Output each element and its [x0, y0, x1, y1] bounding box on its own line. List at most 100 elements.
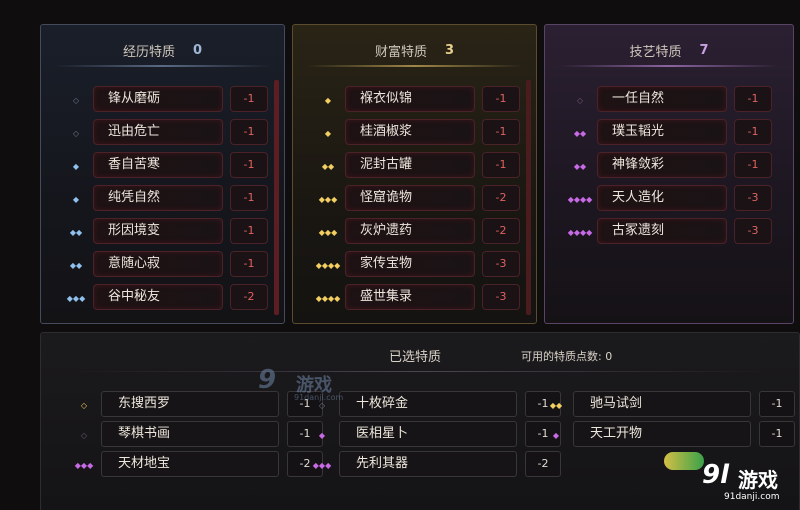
- trait-name[interactable]: 迅由危亡: [93, 119, 223, 145]
- experience-panel: 经历特质 0 ◇ 锋从磨砺 -1 ◇ 迅由危亡 -1 ◆ 香自苦寒 -1 ◆ 纯凭自然 -1 ◆…: [40, 24, 285, 324]
- trait-name[interactable]: 先利其器: [339, 451, 517, 477]
- trait-name[interactable]: 家传宝物: [345, 251, 475, 277]
- header-divider: [307, 65, 522, 67]
- trait-name[interactable]: 灰炉遗药: [345, 218, 475, 244]
- trait-cost: -1: [734, 152, 772, 178]
- trait-cost: -1: [230, 86, 268, 112]
- trait-name[interactable]: 神锋敛彩: [597, 152, 727, 178]
- trait-name[interactable]: 形因境变: [93, 218, 223, 244]
- trait-name[interactable]: 意随心寂: [93, 251, 223, 277]
- wealth-list: ◆ 褓衣似锦 -1 ◆ 桂酒椒浆 -1 ◆◆ 泥封古罐 -1 ◆◆◆ 怪窟诡物 -2 ◆◆◆ 灰炉…: [307, 84, 527, 315]
- gem-icon: ◆◆◆: [318, 228, 338, 237]
- gem-icon: ◆: [72, 162, 80, 171]
- trait-name[interactable]: 桂酒椒浆: [345, 119, 475, 145]
- skill-title: 技艺特质: [629, 44, 682, 60]
- trait-cost: -3: [482, 284, 520, 310]
- trait-row[interactable]: ◆ 纯凭自然 -1: [55, 183, 275, 216]
- trait-row[interactable]: ◆◆ 璞玉韬光 -1: [559, 117, 779, 150]
- trait-name[interactable]: 纯凭自然: [93, 185, 223, 211]
- trait-cost: -2: [482, 185, 520, 211]
- trait-row[interactable]: ◆ 褓衣似锦 -1: [307, 84, 527, 117]
- trait-cost: -1: [759, 391, 795, 417]
- trait-name[interactable]: 盛世集录: [345, 284, 475, 310]
- trait-name[interactable]: 锋从磨砺: [93, 86, 223, 112]
- available-points: 可用的特质点数: 0: [521, 350, 613, 363]
- experience-header: 经历特质 0: [49, 37, 276, 63]
- watermark-logo-text: 游戏: [738, 468, 778, 492]
- gem-icon: ◆: [324, 129, 332, 138]
- selected-trait-row[interactable]: ◇ 十枚碎金 -1: [309, 391, 569, 419]
- trait-name[interactable]: 琴棋书画: [101, 421, 279, 447]
- header-divider: [55, 65, 270, 67]
- selected-trait-row[interactable]: ◆◆◆ 天材地宝 -2: [71, 451, 331, 479]
- trait-name[interactable]: 谷中秘友: [93, 284, 223, 310]
- trait-name[interactable]: 天材地宝: [101, 451, 279, 477]
- gem-icon: ◆◆◆◆: [315, 294, 341, 303]
- trait-cost: -1: [230, 185, 268, 211]
- watermark-corner: 9l 游戏 91danji.com: [664, 452, 800, 510]
- scrollbar[interactable]: [526, 80, 531, 315]
- trait-cost: -3: [734, 218, 772, 244]
- gem-icon: ◆◆◆: [66, 294, 86, 303]
- watermark-url: 91danji.com: [724, 492, 780, 502]
- selected-trait-row[interactable]: ◆ 医相星卜 -1: [309, 421, 569, 449]
- trait-name[interactable]: 十枚碎金: [339, 391, 517, 417]
- trait-cost: -1: [230, 218, 268, 244]
- trait-row[interactable]: ◇ 一任自然 -1: [559, 84, 779, 117]
- trait-name[interactable]: 褓衣似锦: [345, 86, 475, 112]
- trait-name[interactable]: 东搜西罗: [101, 391, 279, 417]
- trait-name[interactable]: 古冢遗刻: [597, 218, 727, 244]
- trait-row[interactable]: ◆◆◆ 谷中秘友 -2: [55, 282, 275, 315]
- trait-cost: -1: [230, 119, 268, 145]
- trait-name[interactable]: 天人造化: [597, 185, 727, 211]
- skill-header: 技艺特质 7: [553, 37, 785, 63]
- trait-row[interactable]: ◆◆◆◆ 家传宝物 -3: [307, 249, 527, 282]
- trait-name[interactable]: 一任自然: [597, 86, 727, 112]
- trait-row[interactable]: ◇ 锋从磨砺 -1: [55, 84, 275, 117]
- trait-row[interactable]: ◆◆ 神锋敛彩 -1: [559, 150, 779, 183]
- wealth-count: 3: [444, 42, 455, 58]
- trait-row[interactable]: ◆◆◆◆ 天人造化 -3: [559, 183, 779, 216]
- experience-list: ◇ 锋从磨砺 -1 ◇ 迅由危亡 -1 ◆ 香自苦寒 -1 ◆ 纯凭自然 -1 ◆◆ 形因境变 -1…: [55, 84, 275, 315]
- gem-icon: ◆: [324, 96, 332, 105]
- trait-name[interactable]: 泥封古罐: [345, 152, 475, 178]
- trait-cost: -1: [734, 86, 772, 112]
- watermark-url: 91danji.com: [294, 393, 344, 402]
- gem-icon: ◆: [72, 195, 80, 204]
- wealth-header: 财富特质 3: [301, 37, 528, 63]
- selected-traits-panel: 已选特质 可用的特质点数: 0 ◇ 东搜西罗 -1 ◇ 十枚碎金 -1 ◆◆ 驰…: [40, 332, 800, 510]
- selected-trait-row[interactable]: ◆◆ 驰马试剑 -1: [543, 391, 795, 419]
- trait-name[interactable]: 天工开物: [573, 421, 751, 447]
- trait-name[interactable]: 驰马试剑: [573, 391, 751, 417]
- wealth-panel: 财富特质 3 ◆ 褓衣似锦 -1 ◆ 桂酒椒浆 -1 ◆◆ 泥封古罐 -1 ◆◆◆ 怪窟诡物 -…: [292, 24, 537, 324]
- gem-icon: ◆◆◆: [74, 460, 94, 470]
- gem-icon: ◆◆: [69, 261, 83, 270]
- selected-trait-row[interactable]: ◆◆◆ 先利其器 -2: [309, 451, 569, 479]
- trait-name[interactable]: 璞玉韬光: [597, 119, 727, 145]
- gem-icon: ◆◆◆: [318, 195, 338, 204]
- trait-row[interactable]: ◆◆◆ 怪窟诡物 -2: [307, 183, 527, 216]
- trait-row[interactable]: ◆◆ 形因境变 -1: [55, 216, 275, 249]
- trait-cost: -1: [482, 86, 520, 112]
- skill-panel: 技艺特质 7 ◇ 一任自然 -1 ◆◆ 璞玉韬光 -1 ◆◆ 神锋敛彩 -1 ◆◆◆◆ 天人造…: [544, 24, 794, 324]
- trait-row[interactable]: ◆◆ 意随心寂 -1: [55, 249, 275, 282]
- selected-trait-row[interactable]: ◆ 天工开物 -1: [543, 421, 795, 449]
- scrollbar[interactable]: [274, 80, 279, 315]
- trait-name[interactable]: 香自苦寒: [93, 152, 223, 178]
- trait-name[interactable]: 医相星卜: [339, 421, 517, 447]
- header-divider: [559, 65, 779, 67]
- trait-row[interactable]: ◆ 香自苦寒 -1: [55, 150, 275, 183]
- selected-header: 已选特质 可用的特质点数: 0: [41, 343, 799, 365]
- trait-row[interactable]: ◆◆◆ 灰炉遗药 -2: [307, 216, 527, 249]
- trait-row[interactable]: ◆ 桂酒椒浆 -1: [307, 117, 527, 150]
- skill-list: ◇ 一任自然 -1 ◆◆ 璞玉韬光 -1 ◆◆ 神锋敛彩 -1 ◆◆◆◆ 天人造化 -3 ◆◆◆…: [559, 84, 779, 249]
- trait-row[interactable]: ◆◆◆◆ 盛世集录 -3: [307, 282, 527, 315]
- gem-icon: ◆◆◆◆: [567, 195, 593, 204]
- selected-trait-row[interactable]: ◇ 琴棋书画 -1: [71, 421, 331, 449]
- trait-row[interactable]: ◆◆ 泥封古罐 -1: [307, 150, 527, 183]
- gem-icon: ◆: [552, 430, 560, 440]
- trait-row[interactable]: ◆◆◆◆ 古冢遗刻 -3: [559, 216, 779, 249]
- trait-row[interactable]: ◇ 迅由危亡 -1: [55, 117, 275, 150]
- trait-name[interactable]: 怪窟诡物: [345, 185, 475, 211]
- gem-icon: ◆◆: [549, 400, 563, 410]
